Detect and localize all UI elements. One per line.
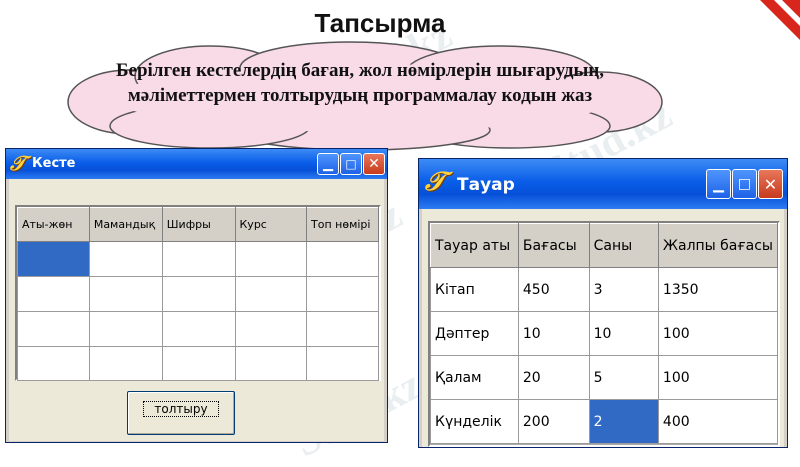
grid-cell[interactable] (17, 346, 90, 381)
table-row: Дәптер 10 10 100 (430, 311, 779, 356)
close-button[interactable]: ✕ (363, 153, 385, 175)
minimize-button[interactable]: ▁ (317, 153, 339, 175)
grid-cell[interactable] (88, 241, 163, 277)
table-row: Қалам 20 5 100 (430, 355, 779, 400)
column-header[interactable]: Саны (588, 223, 659, 268)
close-icon: ✕ (763, 175, 778, 194)
table-row: Кітап 450 3 1350 (430, 267, 779, 312)
column-header[interactable]: Тауар аты (430, 223, 519, 268)
table-row (17, 276, 379, 312)
grid-cell[interactable] (17, 241, 90, 277)
keste-client-area: Аты-жөн Мамандық Шифры Курс Топ нөмірі т… (9, 179, 384, 441)
tauar-grid[interactable]: Тауар аты Бағасы Саны Жалпы бағасы Кітап… (428, 221, 780, 447)
grid-cell[interactable]: 100 (657, 311, 779, 356)
task-text: Берілген кестелердің баған, жол нөмірлер… (115, 60, 605, 106)
keste-window-title: Кесте (32, 156, 76, 171)
grid-cell[interactable]: 3 (588, 267, 659, 312)
grid-cell[interactable]: 10 (588, 311, 659, 356)
tauar-titlebar[interactable]: 𝒯 Тауар ▁ □ ✕ (419, 159, 787, 209)
grid-cell[interactable] (306, 276, 379, 312)
tauar-client-area: Тауар аты Бағасы Саны Жалпы бағасы Кітап… (422, 209, 784, 447)
table-row (17, 241, 379, 277)
column-header[interactable]: Бағасы (517, 223, 590, 268)
column-header[interactable]: Аты-жөн (17, 207, 90, 242)
grid-cell[interactable] (161, 311, 236, 347)
grid-cell[interactable] (234, 241, 308, 277)
grid-cell[interactable]: Күнделік (430, 399, 519, 444)
grid-cell[interactable] (306, 346, 379, 381)
grid-cell[interactable] (88, 276, 163, 312)
delphi-app-icon: 𝒯 (10, 151, 26, 175)
fill-button[interactable]: толтыру (127, 391, 235, 435)
delphi-app-icon: 𝒯 (425, 167, 445, 197)
grid-cell[interactable]: 200 (517, 399, 590, 444)
grid-cell[interactable]: Кітап (430, 267, 519, 312)
grid-cell[interactable] (234, 276, 308, 312)
table-row (17, 346, 379, 381)
grid-cell[interactable]: 2 (588, 399, 659, 444)
grid-cell[interactable]: 5 (588, 355, 659, 400)
minimize-button[interactable]: ▁ (706, 169, 731, 199)
keste-titlebar[interactable]: 𝒯 Кесте ▁ □ ✕ (6, 149, 387, 179)
grid-cell[interactable]: 400 (657, 399, 779, 444)
column-header[interactable]: Топ нөмірі (306, 207, 379, 242)
column-header[interactable]: Мамандық (88, 207, 163, 242)
minimize-icon: ▁ (323, 157, 333, 172)
tauar-window: 𝒯 Тауар ▁ □ ✕ Тауар аты Бағасы Саны Жалп… (418, 158, 788, 448)
keste-grid[interactable]: Аты-жөн Мамандық Шифры Курс Топ нөмірі (15, 205, 381, 381)
maximize-button[interactable]: □ (340, 153, 362, 175)
table-row (17, 311, 379, 347)
grid-cell[interactable]: 450 (517, 267, 590, 312)
column-header[interactable]: Жалпы бағасы (657, 223, 779, 268)
maximize-icon: □ (345, 157, 357, 171)
grid-cell[interactable] (161, 346, 236, 381)
grid-cell[interactable] (161, 276, 236, 312)
grid-cell[interactable]: Дәптер (430, 311, 519, 356)
maximize-icon: □ (737, 176, 752, 192)
grid-cell[interactable] (161, 241, 236, 277)
close-button[interactable]: ✕ (758, 169, 783, 199)
tauar-window-title: Тауар (457, 175, 515, 195)
grid-cell[interactable] (88, 346, 163, 381)
grid-cell[interactable]: 100 (657, 355, 779, 400)
grid-cell[interactable]: 20 (517, 355, 590, 400)
fill-button-label: толтыру (143, 401, 219, 417)
grid-cell[interactable] (17, 276, 90, 312)
keste-window: 𝒯 Кесте ▁ □ ✕ Аты-жөн Мамандық Шифры Кур… (5, 148, 388, 443)
grid-cell[interactable] (234, 311, 308, 347)
grid-cell[interactable] (88, 311, 163, 347)
grid-cell[interactable] (306, 311, 379, 347)
grid-cell[interactable]: 1350 (657, 267, 779, 312)
maximize-button[interactable]: □ (732, 169, 757, 199)
close-icon: ✕ (368, 156, 380, 172)
grid-cell[interactable] (234, 346, 308, 381)
grid-cell[interactable]: 10 (517, 311, 590, 356)
minimize-icon: ▁ (713, 177, 724, 193)
slide-title: Тапсырма (314, 8, 446, 38)
column-header[interactable]: Курс (234, 207, 308, 242)
table-row: Күнделік 200 2 400 (430, 399, 779, 444)
grid-cell[interactable] (17, 311, 90, 347)
column-header[interactable]: Шифры (161, 207, 236, 242)
grid-cell[interactable] (306, 241, 379, 277)
grid-cell[interactable]: Қалам (430, 355, 519, 400)
